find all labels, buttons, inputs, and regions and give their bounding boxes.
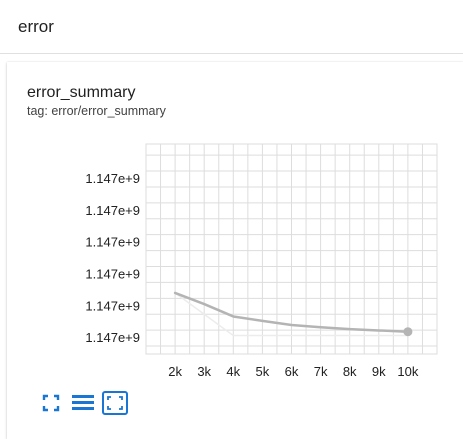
y-tick-label: 1.147e+9 xyxy=(85,330,140,345)
x-tick-label: 2k xyxy=(168,364,182,379)
line-chart[interactable]: 2k 3k 4k 5k 6k 7k 8k 9k 10k 1.147e+9 1.147e+9 1.147… xyxy=(7,62,463,392)
y-tick-label: 1.147e+9 xyxy=(85,203,140,218)
last-point-marker xyxy=(403,327,413,337)
data-table-button[interactable] xyxy=(69,390,97,416)
y-tick-label: 1.147e+9 xyxy=(85,235,140,250)
x-tick-label: 6k xyxy=(285,364,299,379)
x-tick-label: 3k xyxy=(197,364,211,379)
x-tick-label: 5k xyxy=(256,364,270,379)
data-table-icon xyxy=(72,395,94,410)
fullscreen-button[interactable] xyxy=(37,390,65,416)
x-tick-label: 8k xyxy=(343,364,357,379)
y-tick-label: 1.147e+9 xyxy=(85,266,140,281)
fit-domain-icon xyxy=(102,391,128,415)
x-tick-label: 10k xyxy=(397,364,418,379)
section-title: error xyxy=(18,17,54,36)
x-tick-label: 7k xyxy=(314,364,328,379)
x-tick-label: 9k xyxy=(372,364,386,379)
scalar-card: error_summary tag: error/error_summary 2… xyxy=(7,62,463,439)
card-toolbar xyxy=(37,390,133,416)
y-tick-label: 1.147e+9 xyxy=(85,171,140,186)
fullscreen-icon xyxy=(42,394,60,412)
section-header[interactable]: error xyxy=(0,0,463,54)
fit-domain-button[interactable] xyxy=(101,390,129,416)
x-tick-label: 4k xyxy=(226,364,240,379)
y-tick-label: 1.147e+9 xyxy=(85,298,140,313)
